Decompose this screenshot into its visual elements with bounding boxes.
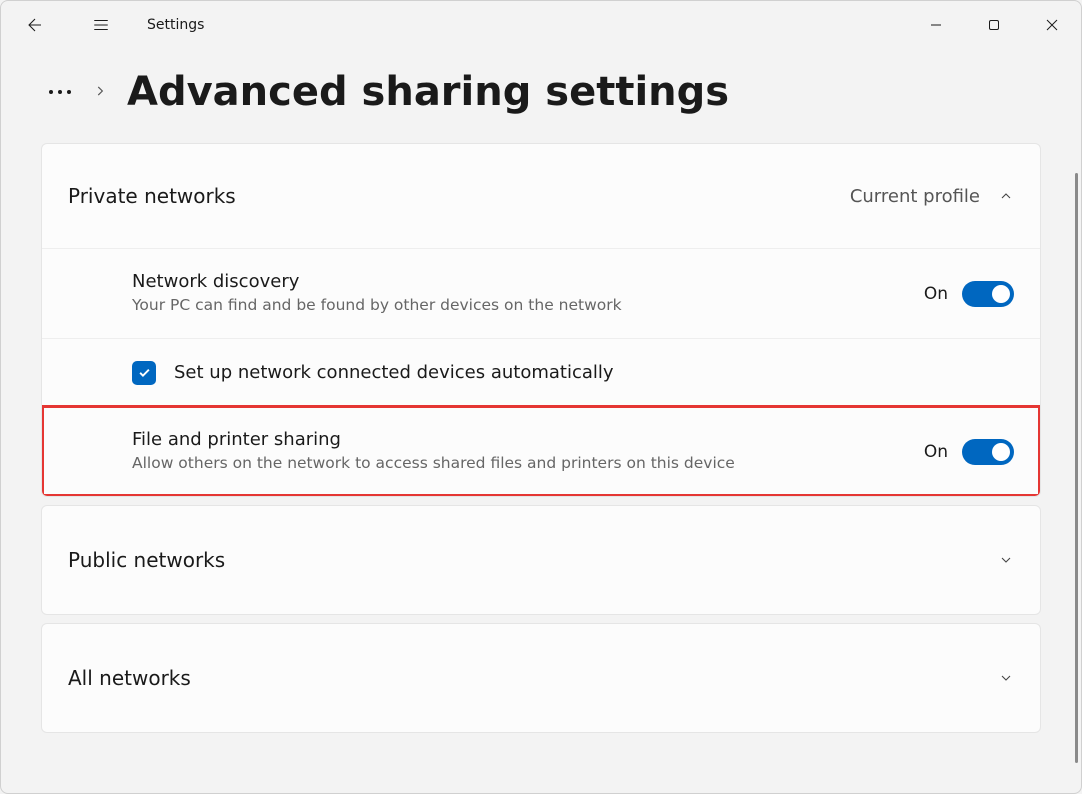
setting-text: File and printer sharing Allow others on… (132, 429, 772, 474)
checkmark-icon (137, 365, 152, 380)
minimize-icon (930, 19, 942, 31)
section-header-right (998, 670, 1014, 686)
toggle-group: On (924, 439, 1014, 465)
file-printer-sharing-row: File and printer sharing Allow others on… (42, 406, 1040, 496)
setting-text: Network discovery Your PC can find and b… (132, 271, 772, 316)
window-controls (907, 1, 1081, 49)
auto-setup-checkbox[interactable] (132, 361, 156, 385)
section-title: Private networks (68, 184, 236, 208)
setting-title: File and printer sharing (132, 429, 772, 450)
private-networks-section: Private networks Current profile Network… (41, 143, 1041, 497)
setting-title: Network discovery (132, 271, 772, 292)
scrollbar[interactable] (1075, 173, 1078, 763)
titlebar-left: Settings (15, 5, 204, 45)
section-header-right: Current profile (850, 186, 1014, 207)
breadcrumb-chevron-icon (93, 83, 107, 102)
setting-desc: Your PC can find and be found by other d… (132, 295, 772, 316)
auto-setup-label: Set up network connected devices automat… (174, 362, 614, 383)
breadcrumb-overflow[interactable] (47, 84, 73, 100)
setting-desc: Allow others on the network to access sh… (132, 453, 772, 474)
private-networks-header[interactable]: Private networks Current profile (42, 144, 1040, 248)
chevron-down-icon (998, 670, 1014, 686)
hamburger-icon (92, 16, 110, 34)
content-area: Private networks Current profile Network… (1, 143, 1081, 733)
back-button[interactable] (15, 5, 55, 45)
menu-button[interactable] (81, 5, 121, 45)
all-networks-header[interactable]: All networks (42, 624, 1040, 732)
page-header: Advanced sharing settings (1, 49, 1081, 143)
all-networks-section: All networks (41, 623, 1041, 733)
toggle-state-label: On (924, 442, 948, 462)
section-title: Public networks (68, 548, 225, 572)
maximize-icon (988, 19, 1000, 31)
public-networks-section: Public networks (41, 505, 1041, 615)
back-arrow-icon (26, 16, 44, 34)
dot-icon (49, 90, 53, 94)
page-title: Advanced sharing settings (127, 69, 729, 115)
chevron-up-icon (998, 188, 1014, 204)
section-title: All networks (68, 666, 191, 690)
toggle-state-label: On (924, 284, 948, 304)
current-profile-badge: Current profile (850, 186, 980, 207)
network-discovery-row: Network discovery Your PC can find and b… (42, 248, 1040, 338)
dot-icon (67, 90, 71, 94)
section-header-right (998, 552, 1014, 568)
network-discovery-toggle[interactable] (962, 281, 1014, 307)
close-button[interactable] (1023, 1, 1081, 49)
public-networks-header[interactable]: Public networks (42, 506, 1040, 614)
chevron-down-icon (998, 552, 1014, 568)
auto-setup-row: Set up network connected devices automat… (42, 338, 1040, 406)
file-printer-sharing-toggle[interactable] (962, 439, 1014, 465)
close-icon (1046, 19, 1058, 31)
toggle-group: On (924, 281, 1014, 307)
title-bar: Settings (1, 1, 1081, 49)
app-title: Settings (147, 17, 204, 33)
dot-icon (58, 90, 62, 94)
minimize-button[interactable] (907, 1, 965, 49)
maximize-button[interactable] (965, 1, 1023, 49)
